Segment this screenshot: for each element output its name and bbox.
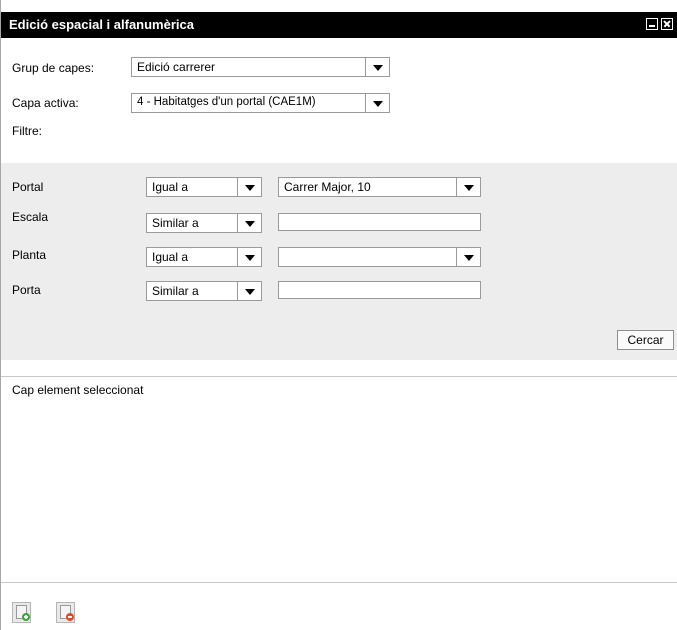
chevron-down-icon[interactable]	[456, 248, 480, 266]
remove-element-icon[interactable]	[56, 602, 75, 623]
filter-label: Filtre:	[12, 124, 42, 138]
chevron-down-icon[interactable]	[237, 178, 261, 196]
filter-row-label: Porta	[12, 283, 41, 297]
chevron-down-icon[interactable]	[365, 58, 389, 76]
chevron-down-icon[interactable]	[237, 282, 261, 300]
filter-panel: Portal Igual a Carrer Major, 10 Escala S…	[1, 163, 677, 360]
active-layer-label: Capa activa:	[12, 96, 79, 110]
porta-input[interactable]	[278, 281, 481, 299]
layer-group-label: Grup de capes:	[12, 61, 95, 75]
escala-input[interactable]	[278, 213, 481, 231]
active-layer-value: 4 - Habitatges d'un portal (CAE1M)	[137, 96, 316, 108]
porta-operator-select[interactable]: Similar a	[146, 281, 262, 301]
filter-row-label: Escala	[12, 210, 49, 224]
search-button[interactable]: Cercar	[617, 330, 674, 350]
divider	[1, 376, 677, 377]
minimize-icon[interactable]	[646, 18, 658, 30]
divider	[1, 582, 677, 583]
portal-operator-select[interactable]: Igual a	[146, 177, 262, 197]
plus-icon	[22, 613, 30, 621]
close-icon[interactable]	[661, 18, 673, 30]
planta-operator-value: Igual a	[152, 250, 189, 264]
edit-window: Edició espacial i alfanumèrica Grup de c…	[0, 0, 677, 630]
filter-row-label: Portal	[12, 180, 44, 194]
filter-row-label: Planta	[12, 248, 47, 262]
escala-operator-value: Similar a	[152, 216, 199, 230]
add-element-icon[interactable]	[12, 602, 31, 623]
porta-operator-value: Similar a	[152, 284, 199, 298]
chevron-down-icon[interactable]	[456, 178, 480, 196]
chevron-down-icon[interactable]	[237, 214, 261, 232]
chevron-down-icon[interactable]	[365, 94, 389, 112]
window-title: Edició espacial i alfanumèrica	[9, 17, 194, 32]
layer-group-select[interactable]: Edició carrerer	[131, 57, 390, 77]
layer-group-value: Edició carrerer	[137, 60, 216, 74]
escala-operator-select[interactable]: Similar a	[146, 213, 262, 233]
chevron-down-icon[interactable]	[237, 248, 261, 266]
active-layer-select[interactable]: 4 - Habitatges d'un portal (CAE1M)	[131, 93, 390, 113]
title-bar: Edició espacial i alfanumèrica	[1, 12, 677, 38]
portal-value: Carrer Major, 10	[284, 180, 371, 194]
planta-operator-select[interactable]: Igual a	[146, 247, 262, 267]
portal-value-select[interactable]: Carrer Major, 10	[278, 177, 481, 197]
portal-operator-value: Igual a	[152, 180, 189, 194]
results-empty-message: Cap element seleccionat	[12, 383, 144, 397]
minus-icon	[66, 613, 74, 621]
planta-value-select[interactable]	[278, 247, 481, 267]
